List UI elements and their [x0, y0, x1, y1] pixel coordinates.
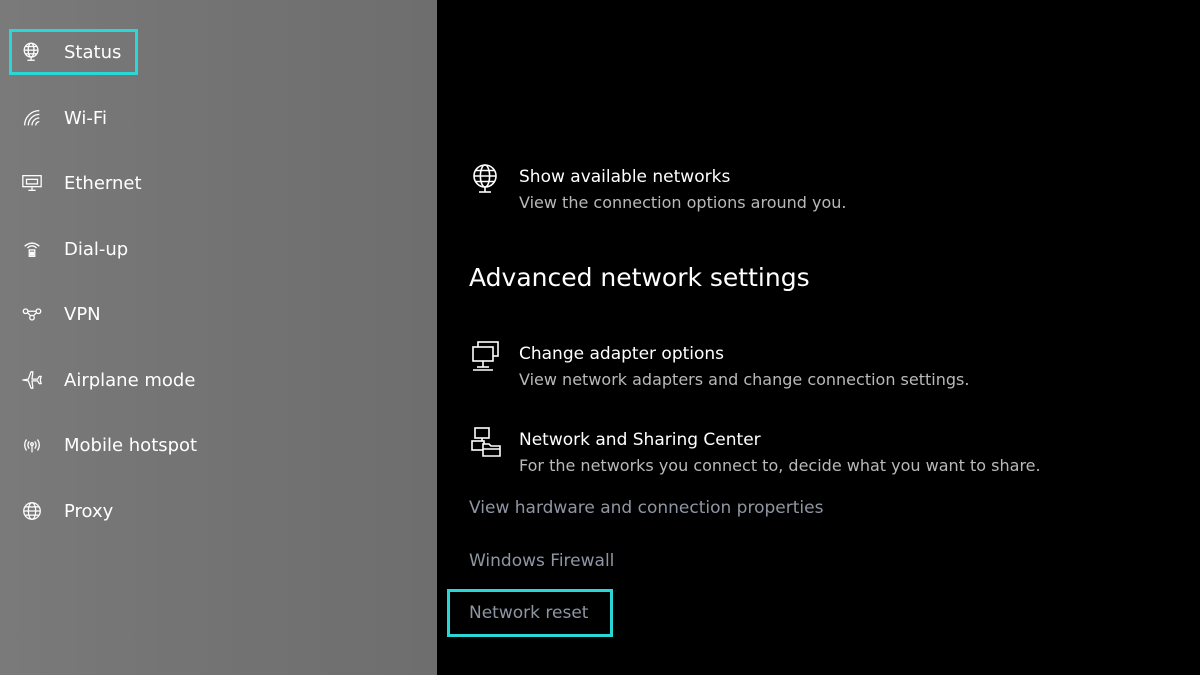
sidebar-item-proxy[interactable]: Proxy [10, 488, 113, 534]
globe-monitor-icon [20, 40, 44, 64]
sidebar-item-ethernet[interactable]: Ethernet [10, 160, 142, 206]
sidebar-item-mobile-hotspot[interactable]: Mobile hotspot [10, 422, 197, 468]
sidebar: Status Wi-Fi Ethernet Dial-up VPN Airpla… [0, 0, 437, 675]
sharing-center-desc: For the networks you connect to, decide … [519, 456, 1041, 475]
globe-icon [20, 499, 44, 523]
sidebar-item-airplane-mode[interactable]: Airplane mode [10, 357, 195, 403]
sidebar-item-label: Dial-up [64, 238, 129, 260]
advanced-network-heading: Advanced network settings [469, 263, 810, 292]
windows-firewall-link[interactable]: Windows Firewall [469, 551, 614, 571]
main-content: Show available networks View the connect… [437, 0, 1200, 675]
sidebar-item-label: Ethernet [64, 172, 142, 194]
network-sharing-icon [469, 425, 505, 461]
sidebar-item-label: Mobile hotspot [64, 434, 198, 456]
view-hardware-properties-link[interactable]: View hardware and connection properties [469, 498, 823, 518]
sidebar-item-status[interactable]: Status [9, 29, 139, 75]
network-sharing-center-link[interactable]: Network and Sharing Center For the netwo… [469, 427, 1041, 477]
sharing-center-title: Network and Sharing Center [519, 430, 761, 450]
show-networks-title: Show available networks [519, 167, 731, 187]
wifi-icon [20, 106, 44, 130]
sidebar-item-label: Wi-Fi [64, 107, 107, 129]
airplane-icon [20, 368, 44, 392]
ethernet-icon [20, 171, 44, 195]
sidebar-item-label: Proxy [64, 500, 114, 522]
vpn-icon [20, 302, 44, 326]
monitor-icon [469, 339, 505, 375]
adapter-options-title: Change adapter options [519, 344, 725, 364]
change-adapter-options-link[interactable]: Change adapter options View network adap… [469, 341, 970, 391]
adapter-options-desc: View network adapters and change connect… [519, 370, 970, 389]
sidebar-item-label: Status [64, 41, 122, 63]
network-reset-link[interactable]: Network reset [447, 589, 614, 637]
hotspot-icon [20, 433, 44, 457]
dialup-icon [20, 237, 44, 261]
sidebar-item-wifi[interactable]: Wi-Fi [10, 95, 107, 141]
settings-window: Status Wi-Fi Ethernet Dial-up VPN Airpla… [0, 0, 1200, 675]
show-networks-desc: View the connection options around you. [519, 193, 847, 212]
sidebar-item-label: Airplane mode [64, 369, 196, 391]
show-available-networks-link[interactable]: Show available networks View the connect… [469, 164, 847, 214]
globe-monitor-icon [469, 162, 505, 198]
sidebar-item-dialup[interactable]: Dial-up [10, 226, 128, 272]
sidebar-item-vpn[interactable]: VPN [10, 291, 101, 337]
sidebar-item-label: VPN [64, 303, 101, 325]
